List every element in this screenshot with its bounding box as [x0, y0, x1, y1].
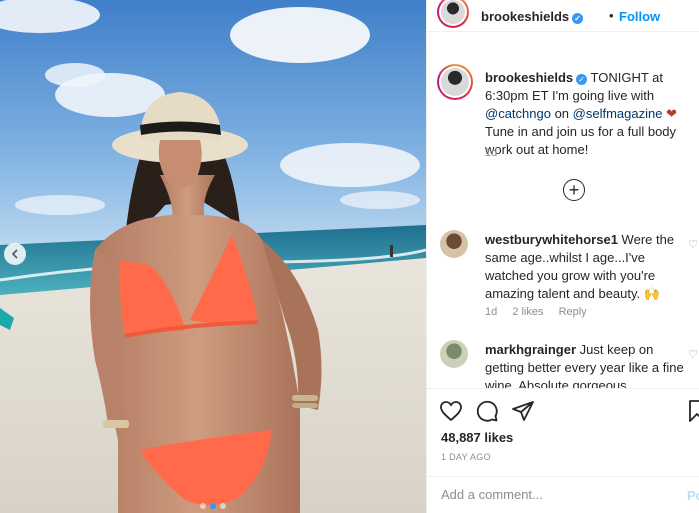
bookmark-icon[interactable]	[685, 399, 699, 423]
chevron-left-icon	[11, 249, 18, 259]
verified-badge-icon: ✓	[576, 74, 588, 85]
post-header: brookeshields ✓ • Follow	[427, 0, 699, 32]
caption-avatar[interactable]	[437, 64, 473, 100]
post-sidebar: brookeshields ✓ • Follow brookeshields ✓ T…	[426, 0, 699, 513]
beach-photo	[0, 0, 426, 513]
like-comment-icon[interactable]: ♡	[688, 238, 698, 251]
reply-button[interactable]: Reply	[559, 306, 587, 318]
carousel-indicator	[0, 503, 426, 509]
share-icon[interactable]	[511, 399, 535, 423]
carousel-prev-button[interactable]	[4, 243, 26, 265]
post-actions: 48,887 likes 1 DAY AGO Po	[427, 388, 699, 513]
follow-button[interactable]: Follow	[619, 9, 660, 24]
comment-time: 1d	[485, 306, 498, 318]
verified-badge-icon: ✓	[572, 13, 584, 24]
comment-input[interactable]	[441, 487, 671, 502]
heart-icon[interactable]	[439, 399, 463, 423]
header-username[interactable]: brookeshields ✓	[481, 9, 584, 24]
mention-link[interactable]: @catchngo	[485, 106, 551, 121]
separator-dot: •	[609, 8, 614, 23]
mention-link[interactable]: @selfmagazine	[573, 106, 663, 121]
commenter-username[interactable]: westburywhitehorse1	[485, 232, 618, 247]
comment-text: westburywhitehorse1 Were the same age..w…	[485, 232, 675, 301]
comments-scroll-area[interactable]: brookeshields ✓ TONIGHT at 6:30pm ET I'm …	[427, 55, 699, 388]
comment-meta: 1d 2 likes Reply	[485, 306, 599, 318]
carousel-dot	[200, 503, 206, 509]
comment-icon[interactable]	[475, 399, 499, 423]
post-date: 1 DAY AGO	[441, 452, 491, 462]
load-more-comments-button[interactable]: +	[563, 179, 585, 201]
likes-count[interactable]: 48,887 likes	[441, 430, 513, 445]
post-caption: brookeshields ✓ TONIGHT at 6:30pm ET I'm …	[485, 70, 677, 157]
carousel-dot	[220, 503, 226, 509]
heart-emoji: ❤	[662, 106, 677, 121]
caption-timestamp: 1d	[485, 147, 498, 159]
commenter-username[interactable]: markhgrainger	[485, 342, 576, 357]
comment-likes[interactable]: 2 likes	[512, 306, 543, 318]
caption-username[interactable]: brookeshields	[485, 70, 573, 85]
comment-text: markhgrainger Just keep on getting bette…	[485, 342, 684, 388]
add-comment-bar: Po	[427, 476, 699, 513]
profile-avatar[interactable]	[437, 0, 469, 28]
like-comment-icon[interactable]: ♡	[688, 348, 698, 361]
carousel-dot-active	[210, 503, 216, 509]
commenter-avatar[interactable]	[440, 340, 468, 368]
post-photo[interactable]	[0, 0, 426, 513]
post-comment-button[interactable]: Po	[687, 488, 699, 503]
commenter-avatar[interactable]	[440, 230, 468, 258]
instagram-post: brookeshields ✓ • Follow brookeshields ✓ T…	[0, 0, 699, 513]
